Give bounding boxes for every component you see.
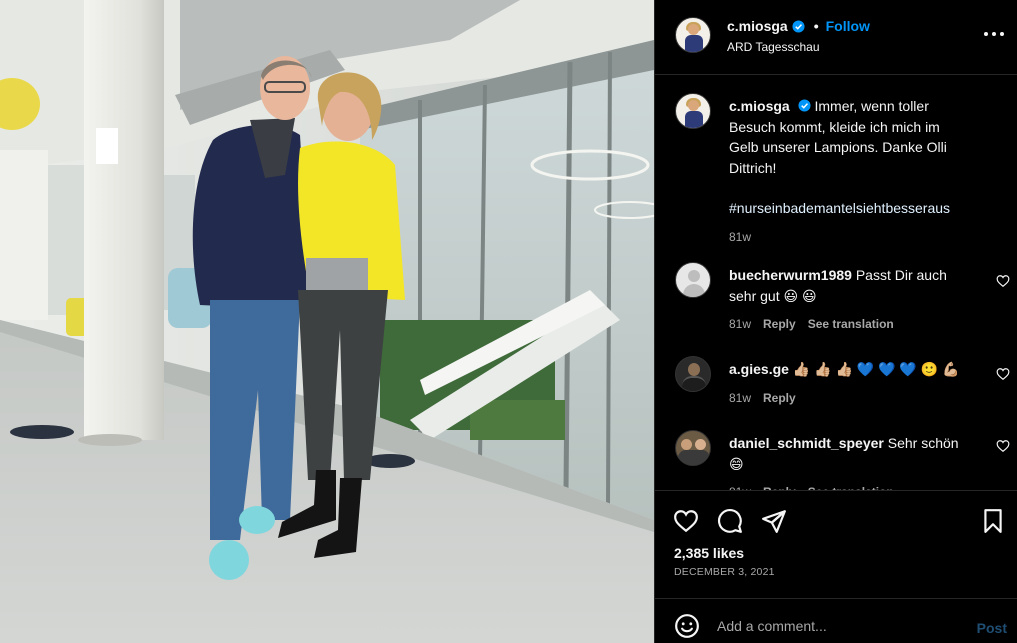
caption-username[interactable]: c.miosga: [729, 98, 790, 114]
caption-body: c.miosga Immer, wenn toller Besuch kommt…: [729, 96, 979, 247]
comment-text: 😄: [729, 455, 744, 472]
author-username[interactable]: c.miosga: [727, 18, 788, 34]
author-avatar[interactable]: [675, 17, 711, 53]
author-line: c.miosga • Follow: [727, 18, 870, 34]
reply-button[interactable]: Reply: [763, 388, 796, 409]
add-comment-bar: Post: [655, 598, 1017, 643]
comments-list[interactable]: c.miosga Immer, wenn toller Besuch kommt…: [655, 76, 1017, 490]
caption-author-avatar[interactable]: [675, 93, 711, 129]
comment-username[interactable]: a.gies.ge: [729, 361, 789, 377]
post-photo-illustration: [0, 0, 654, 643]
commenter-avatar[interactable]: [675, 262, 711, 298]
separator-dot: •: [813, 18, 819, 34]
reply-button[interactable]: Reply: [763, 482, 796, 490]
post-actions: 2,385 likes DECEMBER 3, 2021: [655, 490, 1017, 598]
commenter-avatar[interactable]: [675, 356, 711, 392]
post-location[interactable]: ARD Tagesschau: [727, 40, 820, 54]
comment-age[interactable]: 81w: [729, 388, 751, 409]
comment-like-heart-icon[interactable]: [996, 439, 1010, 453]
post-comment-button[interactable]: Post: [977, 620, 1007, 636]
comment-age[interactable]: 81w: [729, 482, 751, 490]
reply-button[interactable]: Reply: [763, 314, 796, 335]
verified-badge-icon: [798, 99, 811, 112]
comment-username[interactable]: daniel_schmidt_speyer: [729, 435, 884, 451]
heart-icon[interactable]: [673, 508, 699, 534]
comment-like-heart-icon[interactable]: [996, 367, 1010, 381]
caption-text-line: Gelb unserer Lampions. Danke Olli: [729, 139, 947, 155]
verified-badge-icon: [792, 19, 805, 33]
more-options-icon[interactable]: [984, 24, 1004, 44]
see-translation-button[interactable]: See translation: [808, 314, 894, 335]
comment-like-heart-icon[interactable]: [996, 274, 1010, 288]
caption-hashtag[interactable]: #nurseinbademantelsiehtbesseraus: [729, 198, 979, 219]
caption-text-line: Dittrich!: [729, 159, 777, 176]
comment-input[interactable]: [717, 612, 957, 640]
commenter-avatar[interactable]: [675, 430, 711, 466]
caption-text-line: Besuch kommt, kleide ich mich im: [729, 118, 940, 135]
paper-plane-icon[interactable]: [761, 508, 787, 534]
likes-count[interactable]: 2,385 likes: [674, 545, 744, 561]
post-side-panel: c.miosga • Follow ARD Tagesschau c.miosg…: [654, 0, 1017, 643]
post-header: c.miosga • Follow ARD Tagesschau: [655, 0, 1017, 75]
emoji-icon[interactable]: [674, 613, 700, 639]
caption-age[interactable]: 81w: [729, 227, 751, 248]
comment-age[interactable]: 81w: [729, 314, 751, 335]
comment-body: daniel_schmidt_speyer Sehr schön 😄 81w R…: [729, 433, 979, 490]
caption-text-line: Immer, wenn toller: [814, 98, 929, 114]
follow-button[interactable]: Follow: [826, 18, 870, 34]
comment-text: sehr gut 😃 😃: [729, 287, 817, 304]
comment-text: Passt Dir auch: [855, 267, 947, 283]
post-photo[interactable]: [0, 0, 654, 643]
comment-text: 👍🏼 👍🏼 👍🏼 💙 💙 💙 🙂 💪🏼: [792, 361, 960, 377]
comment-username[interactable]: buecherwurm1989: [729, 267, 852, 283]
see-translation-button[interactable]: See translation: [808, 482, 894, 490]
comment-text: Sehr schön: [887, 435, 959, 451]
comment-body: a.gies.ge 👍🏼 👍🏼 👍🏼 💙 💙 💙 🙂 💪🏼 81w Reply: [729, 359, 979, 408]
post-date[interactable]: DECEMBER 3, 2021: [674, 566, 775, 578]
comment-body: buecherwurm1989 Passt Dir auch sehr gut …: [729, 265, 979, 335]
bookmark-icon[interactable]: [980, 508, 1006, 534]
comment-bubble-icon[interactable]: [717, 508, 743, 534]
